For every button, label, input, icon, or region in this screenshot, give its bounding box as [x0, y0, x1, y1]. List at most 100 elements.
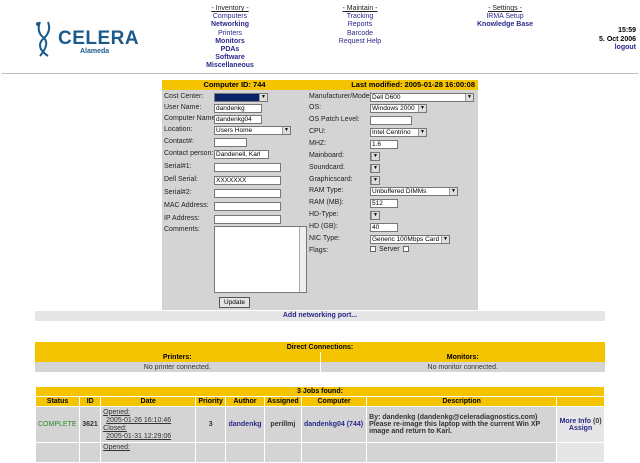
logo-text: CELERA [58, 28, 140, 49]
nav-request-help[interactable]: Request Help [330, 38, 390, 46]
chevron-down-icon: ▼ [418, 105, 426, 112]
job-assigned: perillmj [263, 406, 302, 443]
label-flags: Flags: [309, 247, 329, 254]
location-value: Users Home [216, 127, 253, 134]
assign-link[interactable]: Assign [569, 425, 592, 432]
jobs-table: 3 Jobs found: Status ID Date Priority Au… [34, 386, 605, 463]
nav-computers[interactable]: Computers [200, 13, 260, 21]
model-value: Dell D600 [372, 94, 401, 101]
col-priority[interactable]: Priority [195, 396, 227, 407]
chevron-down-icon: ▼ [282, 127, 290, 134]
nav-software[interactable]: Software [200, 54, 260, 62]
opened-label: Opened: [103, 408, 130, 416]
col-computer[interactable]: Computer [300, 396, 368, 407]
serial2-input[interactable] [214, 189, 281, 198]
col-assigned[interactable]: Assigned [263, 396, 302, 407]
col-author[interactable]: Author [225, 396, 265, 407]
computer-id-title: Computer ID: 744 [162, 80, 307, 90]
label-cpu: CPU: [309, 128, 326, 135]
nav-maintain-title[interactable]: - Maintain - [330, 5, 390, 13]
patch-input[interactable] [370, 116, 412, 125]
label-user-name: User Name: [164, 104, 202, 111]
mainboard-select[interactable]: ▼ [370, 152, 380, 161]
hd-type-select[interactable]: ▼ [370, 211, 380, 220]
nav-monitors[interactable]: Monitors [200, 38, 260, 46]
nav-reports[interactable]: Reports [330, 21, 390, 29]
nav-knowledge-base[interactable]: Knowledge Base [465, 21, 545, 29]
date: 5. Oct 2006 [599, 35, 636, 43]
chevron-down-icon: ▼ [259, 94, 267, 101]
label-os: OS: [309, 104, 322, 111]
label-ram: RAM (MB): [309, 199, 344, 206]
col-id[interactable]: ID [79, 396, 102, 407]
server-checkbox[interactable] [402, 246, 409, 253]
label-model: Manufacturer/Model: [309, 93, 374, 100]
nav-printers[interactable]: Printers [200, 30, 260, 38]
col-status[interactable]: Status [34, 396, 81, 407]
os-select[interactable]: Windows 2000 ▼ [370, 104, 427, 113]
nav-tracking[interactable]: Tracking [330, 13, 390, 21]
dell-serial-input[interactable]: XXXXXXX [214, 176, 281, 185]
flags-group: Server [367, 246, 412, 253]
clock: 15:59 5. Oct 2006 logout [599, 27, 636, 53]
user-name-input[interactable]: dandenkg [214, 104, 262, 113]
label-mainboard: Mainboard: [309, 152, 345, 159]
ip-input[interactable] [214, 215, 281, 224]
cpu-value: Intel Centrino [372, 129, 411, 136]
chevron-down-icon: ▼ [371, 177, 379, 184]
nav-maintain: - Maintain - Tracking Reports Barcode Re… [330, 5, 390, 46]
serial1-input[interactable] [214, 163, 281, 172]
contact-person-input[interactable]: Dandenell, Karl [214, 150, 269, 159]
nav-inventory-title[interactable]: - Inventory - [200, 5, 260, 13]
flag-checkbox[interactable] [370, 246, 376, 253]
table-row: Opened: [34, 442, 605, 463]
logout-link[interactable]: logout [615, 44, 636, 51]
label-mac: MAC Address: [164, 202, 209, 209]
printers-header: Printers: [35, 352, 321, 362]
nav-pdas[interactable]: PDAs [200, 46, 260, 54]
cpu-select[interactable]: Intel Centrino ▼ [370, 128, 427, 137]
graphics-select[interactable]: ▼ [370, 176, 380, 185]
job-computer-link[interactable]: dandenkg04 (744) [304, 421, 363, 428]
model-select[interactable]: Dell D600 ▼ [370, 93, 474, 102]
more-info-link[interactable]: More Info [560, 418, 592, 425]
jobs-title: 3 Jobs found: [35, 386, 605, 397]
chevron-down-icon: ▼ [465, 94, 473, 101]
comments-textarea[interactable] [214, 226, 307, 293]
ram-type-select[interactable]: Unbuffered DIMMs ▼ [370, 187, 458, 196]
computer-form: Computer ID: 744 Last modified: 2005-01-… [162, 80, 478, 310]
ram-type-value: Unbuffered DIMMs [372, 188, 427, 195]
label-ip: IP Address: [164, 215, 200, 222]
update-button[interactable]: Update [219, 297, 250, 308]
mac-input[interactable] [214, 202, 281, 211]
info-count: (0) [593, 417, 602, 425]
location-select[interactable]: Users Home ▼ [214, 126, 291, 135]
label-comments: Comments: [164, 226, 200, 233]
nav-irma-setup[interactable]: IRMA Setup [465, 13, 545, 21]
closed-label: Closed: [103, 424, 127, 432]
add-networking-port-link[interactable]: Add networking port... [35, 311, 605, 321]
nav-miscellaneous[interactable]: Miscellaneous [200, 62, 260, 70]
contact-input[interactable] [214, 138, 247, 147]
soundcard-select[interactable]: ▼ [370, 164, 380, 173]
label-ram-type: RAM Type: [309, 187, 344, 194]
mhz-input[interactable]: 1.6 [370, 140, 398, 149]
closed-date: 2005-01-31 12:29:06 [106, 432, 172, 440]
col-description[interactable]: Description [366, 396, 558, 407]
nav-networking[interactable]: Networking [200, 21, 260, 29]
col-date[interactable]: Date [100, 396, 197, 407]
os-value: Windows 2000 [372, 105, 415, 112]
nav-barcode[interactable]: Barcode [330, 30, 390, 38]
hd-input[interactable]: 40 [370, 223, 398, 232]
label-location: Location: [164, 126, 193, 133]
computer-name-input[interactable]: dandenkg04 [214, 115, 262, 124]
label-cost-center: Cost Center: [164, 93, 204, 100]
nav-settings-title[interactable]: - Settings - [465, 5, 545, 13]
chevron-down-icon: ▼ [371, 153, 379, 160]
label-computer-name: Computer Name: [164, 115, 218, 122]
job-author-link[interactable]: dandenkg [228, 421, 261, 428]
cost-center-select[interactable]: ▼ [214, 93, 268, 102]
scrollbar[interactable] [299, 227, 306, 292]
nic-select[interactable]: Generic 100Mbps Card ▼ [370, 235, 450, 244]
ram-input[interactable]: 512 [370, 199, 398, 208]
